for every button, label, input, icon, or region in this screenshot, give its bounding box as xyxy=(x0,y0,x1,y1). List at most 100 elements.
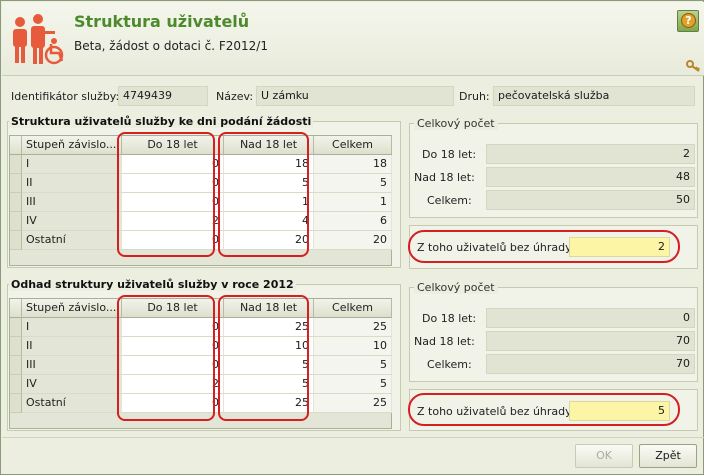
table-cell: 1 xyxy=(314,193,392,212)
table-cell[interactable]: 20 xyxy=(224,231,314,250)
people-wheelchair-icon xyxy=(13,14,64,65)
table-cell: III xyxy=(22,356,122,375)
table-cell[interactable]: 1 xyxy=(224,193,314,212)
row-header xyxy=(10,193,22,212)
section2-grid: Stupeň závislo... Do 18 let Nad 18 let C… xyxy=(9,298,392,429)
table-cell: Ostatní xyxy=(22,394,122,413)
window: Struktura uživatelů Beta, žádost o dotac… xyxy=(0,0,704,475)
service-type-field: pečovatelská služba xyxy=(493,86,695,106)
over18-label: Nad 18 let: xyxy=(414,171,475,184)
row-header xyxy=(10,155,22,174)
table-cell[interactable]: 4 xyxy=(224,212,314,231)
key-icon[interactable] xyxy=(686,60,700,72)
row-header xyxy=(10,356,22,375)
table-cell[interactable]: 0 xyxy=(122,155,224,174)
grid-header-total[interactable]: Celkem xyxy=(314,136,392,155)
grid-corner xyxy=(10,136,22,155)
row-header xyxy=(10,231,22,250)
table-cell[interactable]: 0 xyxy=(122,193,224,212)
over18-field: 48 xyxy=(486,167,695,187)
grid-header-over18[interactable]: Nad 18 let xyxy=(224,299,314,318)
table-cell: I xyxy=(22,318,122,337)
table-cell: IV xyxy=(22,212,122,231)
table-cell: 25 xyxy=(314,394,392,413)
total-field: 50 xyxy=(486,190,695,210)
table-cell: III xyxy=(22,193,122,212)
service-id-field: 4749439 xyxy=(118,86,208,106)
page-title: Struktura uživatelů xyxy=(74,12,250,31)
table-cell[interactable]: 0 xyxy=(122,318,224,337)
table-cell: Ostatní xyxy=(22,231,122,250)
footer-divider xyxy=(2,437,704,438)
table-cell[interactable]: 2 xyxy=(122,212,224,231)
free-users-field[interactable]: 5 xyxy=(569,401,670,421)
help-icon: ? xyxy=(681,13,696,28)
section1-grid: Stupeň závislo... Do 18 let Nad 18 let C… xyxy=(9,135,392,266)
table-cell[interactable]: 0 xyxy=(122,337,224,356)
row-header xyxy=(10,394,22,413)
grid-header-under18[interactable]: Do 18 let xyxy=(122,299,224,318)
table-cell: II xyxy=(22,337,122,356)
page-subtitle: Beta, žádost o dotaci č. F2012/1 xyxy=(74,39,268,53)
table-cell: IV xyxy=(22,375,122,394)
table-cell[interactable]: 5 xyxy=(224,375,314,394)
table-cell[interactable]: 5 xyxy=(224,174,314,193)
section1-summary-legend: Celkový počet xyxy=(414,117,498,130)
under18-field: 0 xyxy=(486,308,695,328)
table-cell[interactable]: 25 xyxy=(224,318,314,337)
table-cell: 6 xyxy=(314,212,392,231)
over18-label: Nad 18 let: xyxy=(414,335,475,348)
back-button[interactable]: Zpět xyxy=(639,444,697,468)
grid-header-total[interactable]: Celkem xyxy=(314,299,392,318)
table-cell: 5 xyxy=(314,174,392,193)
free-users-label: Z toho uživatelů bez úhrady: xyxy=(417,241,575,254)
help-button[interactable]: ? xyxy=(677,10,699,32)
table-cell: 10 xyxy=(314,337,392,356)
free-users-field[interactable]: 2 xyxy=(569,237,670,257)
table-cell[interactable]: 0 xyxy=(122,174,224,193)
row-header xyxy=(10,337,22,356)
under18-label: Do 18 let: xyxy=(422,312,477,325)
row-header xyxy=(10,375,22,394)
table-cell: 20 xyxy=(314,231,392,250)
service-id-label: Identifikátor služby: xyxy=(11,90,120,103)
table-cell[interactable]: 0 xyxy=(122,356,224,375)
grid-corner xyxy=(10,299,22,318)
grid-filler xyxy=(10,250,391,265)
grid-header-over18[interactable]: Nad 18 let xyxy=(224,136,314,155)
table-cell[interactable]: 25 xyxy=(224,394,314,413)
row-header xyxy=(10,174,22,193)
free-users-label: Z toho uživatelů bez úhrady: xyxy=(417,405,575,418)
under18-label: Do 18 let: xyxy=(422,148,477,161)
table-cell[interactable]: 5 xyxy=(224,356,314,375)
grid-filler xyxy=(10,413,391,428)
ok-button[interactable]: OK xyxy=(575,444,633,468)
table-cell: II xyxy=(22,174,122,193)
grid-header-level[interactable]: Stupeň závislo... xyxy=(22,136,122,155)
total-label: Celkem: xyxy=(427,194,472,207)
table-cell: 25 xyxy=(314,318,392,337)
grid-header-level[interactable]: Stupeň závislo... xyxy=(22,299,122,318)
row-header xyxy=(10,212,22,231)
header: Struktura uživatelů Beta, žádost o dotac… xyxy=(2,2,704,76)
under18-field: 2 xyxy=(486,144,695,164)
table-cell[interactable]: 2 xyxy=(122,375,224,394)
service-name-label: Název: xyxy=(216,90,254,103)
row-header xyxy=(10,318,22,337)
service-name-field: U zámku xyxy=(256,86,454,106)
table-cell[interactable]: 18 xyxy=(224,155,314,174)
grid-header-under18[interactable]: Do 18 let xyxy=(122,136,224,155)
total-label: Celkem: xyxy=(427,358,472,371)
table-cell[interactable]: 0 xyxy=(122,231,224,250)
table-cell: 18 xyxy=(314,155,392,174)
table-cell[interactable]: 0 xyxy=(122,394,224,413)
table-cell: 5 xyxy=(314,356,392,375)
table-cell: 5 xyxy=(314,375,392,394)
section1-title: Struktura uživatelů služby ke dni podání… xyxy=(9,115,314,128)
section2-title: Odhad struktury uživatelů služby v roce … xyxy=(9,278,296,291)
table-cell: I xyxy=(22,155,122,174)
table-cell[interactable]: 10 xyxy=(224,337,314,356)
service-type-label: Druh: xyxy=(459,90,490,103)
over18-field: 70 xyxy=(486,331,695,351)
section2-summary-legend: Celkový počet xyxy=(414,281,498,294)
